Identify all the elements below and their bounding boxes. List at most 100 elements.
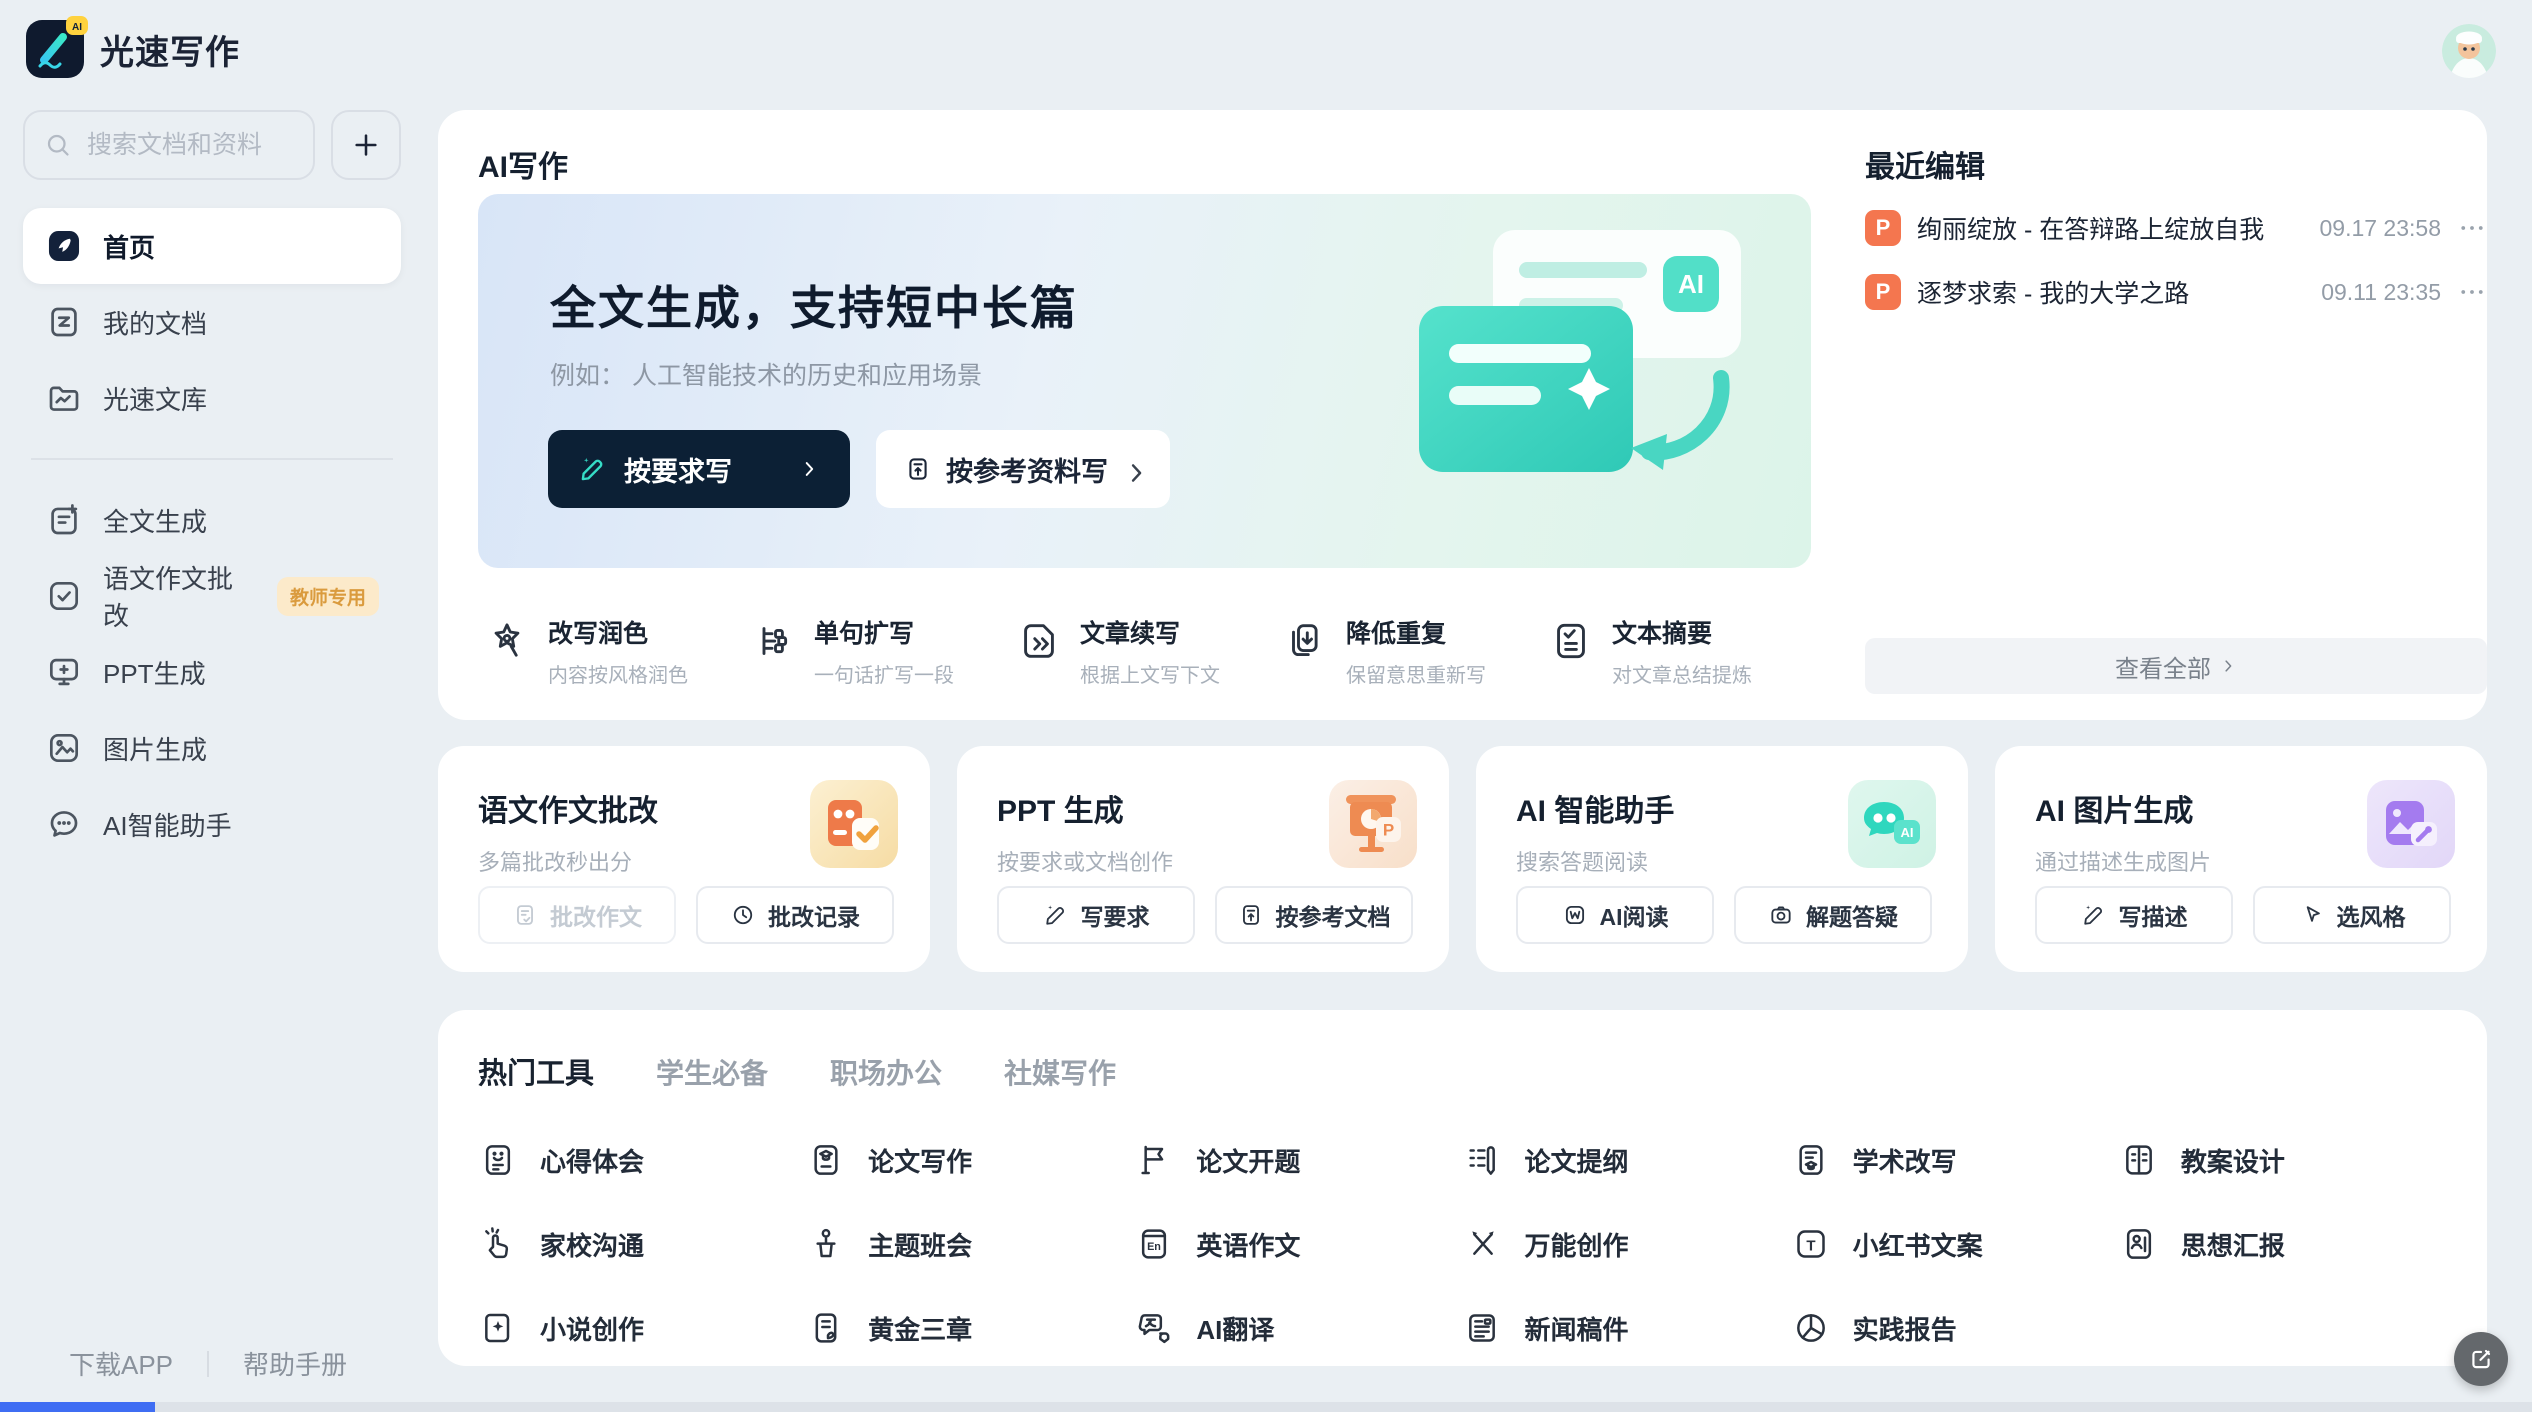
recent-doc-time: 09.11 23:35 — [2321, 278, 2441, 305]
tool-person-doc[interactable]: 思想汇报 — [2119, 1224, 2447, 1264]
lesson-icon — [2119, 1140, 2159, 1180]
thesis-icon — [806, 1140, 846, 1180]
tool-xhs[interactable]: T 小红书文案 — [1791, 1224, 2119, 1264]
app-root: AI 光速写作 首页我的文档光速 — [0, 0, 2532, 1412]
tool-thesis[interactable]: 论文写作 — [806, 1140, 1134, 1180]
recent-doc-title: 逐梦求索 - 我的大学之路 — [1917, 280, 2190, 308]
card-button-pen[interactable]: 写描述 — [2035, 886, 2233, 944]
recent-doc-item[interactable]: P 逐梦求索 - 我的大学之路 09.11 23:35 — [1865, 260, 2487, 324]
svg-text:AI: AI — [72, 22, 82, 33]
hero-buttons: 按要求写 按参考资料写 — [548, 430, 1170, 508]
doc-check-icon — [512, 902, 538, 928]
write-by-requirements-button[interactable]: 按要求写 — [548, 430, 850, 508]
feature-dedupe[interactable]: 降低重复 保留意思重新写 — [1282, 614, 1548, 688]
write-by-reference-button[interactable]: 按参考资料写 — [876, 430, 1170, 508]
tools-tab-4[interactable]: 社媒写作 — [1004, 1052, 1116, 1092]
brand: AI 光速写作 — [26, 16, 240, 78]
svg-text:AI: AI — [1901, 825, 1914, 840]
view-all-button[interactable]: 查看全部 — [1865, 638, 2487, 694]
sidebar-item-label: PPT生成 — [103, 658, 206, 689]
search-input-wrapper — [23, 110, 315, 180]
feature-summary[interactable]: 文本摘要 对文章总结提炼 — [1548, 614, 1814, 688]
card-button-label: 写要求 — [1080, 904, 1150, 930]
feature-subtitle: 一句话扩写一段 — [814, 665, 954, 687]
feature-expand[interactable]: 单句扩写 一句话扩写一段 — [750, 614, 1016, 688]
hero-example: 例如： 人工智能技术的历史和应用场景 — [550, 362, 982, 390]
summary-icon — [1548, 618, 1594, 664]
app-logo-icon: AI — [26, 16, 88, 78]
recent-doc-time: 09.17 23:58 — [2319, 214, 2441, 241]
search-input[interactable] — [85, 129, 295, 161]
user-avatar[interactable] — [2442, 24, 2496, 78]
doc-upload-icon — [1238, 902, 1264, 928]
help-manual-link[interactable]: 帮助手册 — [243, 1345, 347, 1382]
card-button-label: AI阅读 — [1599, 904, 1669, 930]
tool-en-book[interactable]: En 英语作文 — [1134, 1224, 1462, 1264]
sidebar-menu: 首页我的文档光速文库全文生成 语文作文批改 教师专用 PPT生成图片生成 AI智能助手 — [23, 208, 401, 862]
image-gen-illustration — [2367, 780, 2455, 868]
view-all-label: 查看全部 — [2115, 655, 2211, 683]
card-button-clock[interactable]: 批改记录 — [696, 886, 894, 944]
card-button-doc-check[interactable]: 批改作文 — [478, 886, 676, 944]
tool-golden[interactable]: 黄金三章 — [806, 1308, 1134, 1348]
teacher-only-badge: 教师专用 — [276, 576, 379, 616]
tool-label: 万能创作 — [1524, 1230, 1629, 1261]
card-button-label: 按参考文档 — [1275, 904, 1391, 930]
tools-tab-2[interactable]: 学生必备 — [656, 1052, 768, 1092]
hero-illustration: AI — [1405, 218, 1755, 544]
camera-icon — [1768, 902, 1794, 928]
tools-tab-1[interactable]: 热门工具 — [478, 1050, 594, 1092]
sidebar-item-chat[interactable]: AI智能助手 — [23, 786, 401, 862]
sidebar-item-image[interactable]: 图片生成 — [23, 710, 401, 786]
new-document-button[interactable] — [331, 110, 401, 180]
tool-novel[interactable]: 小说创作 — [478, 1308, 806, 1348]
more-options-icon[interactable] — [2457, 213, 2487, 243]
person-doc-icon — [2119, 1224, 2159, 1264]
card-button-pen[interactable]: 写要求 — [997, 886, 1195, 944]
tool-cross-pens[interactable]: 万能创作 — [1462, 1224, 1790, 1264]
chevron-right-icon — [1122, 459, 1142, 482]
card-button-label: 批改记录 — [768, 904, 860, 930]
svg-text:En: En — [1147, 1241, 1161, 1253]
card-button-style[interactable]: 选风格 — [2253, 886, 2451, 944]
tool-news[interactable]: 新闻稿件 — [1462, 1308, 1790, 1348]
download-app-link[interactable]: 下载APP — [69, 1345, 173, 1382]
card-button-camera[interactable]: 解题答疑 — [1734, 886, 1932, 944]
feature-subtitle: 保留意思重新写 — [1346, 665, 1486, 687]
sidebar-item-check-square[interactable]: 语文作文批改 教师专用 — [23, 558, 401, 634]
sidebar-item-library[interactable]: 光速文库 — [23, 360, 401, 436]
feature-continue[interactable]: 文章续写 根据上文写下文 — [1016, 614, 1282, 688]
smiley-doc-icon — [478, 1140, 518, 1180]
recent-doc-item[interactable]: P 绚丽绽放 - 在答辩路上绽放自我 09.17 23:58 — [1865, 196, 2487, 260]
ai-writing-panel: AI写作 全文生成，支持短中长篇 例如： 人工智能技术的历史和应用场景 按要求写… — [438, 110, 2487, 720]
search-icon — [43, 130, 73, 160]
card-button-w-read[interactable]: AI阅读 — [1516, 886, 1714, 944]
chevron-right-icon — [2219, 657, 2237, 675]
tool-lesson[interactable]: 教案设计 — [2119, 1140, 2447, 1180]
sidebar-item-doc-plus[interactable]: 全文生成 — [23, 482, 401, 558]
card-button-doc-upload[interactable]: 按参考文档 — [1215, 886, 1413, 944]
tool-hand[interactable]: 家校沟通 — [478, 1224, 806, 1264]
tool-label: 家校沟通 — [540, 1230, 645, 1261]
sidebar-item-home[interactable]: 首页 — [23, 208, 401, 284]
sidebar-item-label: 我的文档 — [103, 308, 208, 339]
tool-outline[interactable]: 论文提纲 — [1462, 1140, 1790, 1180]
feature-subtitle: 对文章总结提炼 — [1612, 665, 1752, 687]
more-options-icon[interactable] — [2457, 277, 2487, 307]
tool-podium[interactable]: 主题班会 — [806, 1224, 1134, 1264]
tool-report[interactable]: 实践报告 — [1791, 1308, 2119, 1348]
feature-polish[interactable]: 改写润色 内容按风格润色 — [484, 614, 750, 688]
sidebar-item-doc[interactable]: 我的文档 — [23, 284, 401, 360]
tools-tab-3[interactable]: 职场办公 — [830, 1052, 942, 1092]
sidebar-item-monitor[interactable]: PPT生成 — [23, 634, 401, 710]
tool-label: 论文提纲 — [1524, 1146, 1629, 1177]
en-book-icon: En — [1134, 1224, 1174, 1264]
tool-translate[interactable]: AI翻译 — [1134, 1308, 1462, 1348]
tool-smiley-doc[interactable]: 心得体会 — [478, 1140, 806, 1180]
svg-text:P: P — [1383, 821, 1394, 840]
report-icon — [1791, 1308, 1831, 1348]
bottom-strip — [0, 1402, 2532, 1412]
tool-flag[interactable]: 论文开题 — [1134, 1140, 1462, 1180]
compose-fab-button[interactable] — [2454, 1332, 2508, 1386]
tool-academic[interactable]: 学术改写 — [1791, 1140, 2119, 1180]
